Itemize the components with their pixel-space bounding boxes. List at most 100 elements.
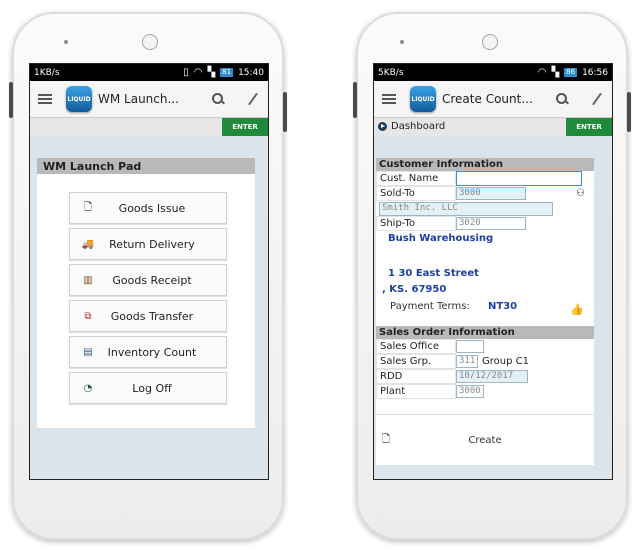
inventory-count-button[interactable]: ▤ Inventory Count bbox=[69, 336, 227, 368]
app-title: WM Launch... bbox=[98, 92, 179, 106]
front-camera bbox=[482, 34, 498, 50]
cust-name-row: Cust. Name bbox=[376, 171, 582, 186]
button-label: Return Delivery bbox=[109, 237, 195, 251]
rdd-label: RDD bbox=[376, 369, 456, 384]
button-label: Log Off bbox=[132, 381, 172, 395]
plant-label: Plant bbox=[376, 384, 456, 399]
goods-issue-button[interactable]: 🗋 Goods Issue bbox=[69, 192, 227, 224]
status-bar: 1KB/s ▯ ◠ ▚ 81 15:40 bbox=[30, 64, 268, 81]
goods-transfer-button[interactable]: ⧉ Goods Transfer bbox=[69, 300, 227, 332]
volume-button bbox=[9, 82, 13, 118]
cust-name-label: Cust. Name bbox=[376, 171, 456, 186]
network-speed: 1KB/s bbox=[34, 67, 60, 78]
sensor-dot bbox=[64, 40, 68, 44]
dashboard-label: Dashboard bbox=[391, 121, 446, 132]
liquid-logo: LIQUID bbox=[66, 86, 92, 112]
search-icon[interactable] bbox=[554, 91, 570, 107]
clipboard-icon: ▤ bbox=[83, 346, 93, 358]
payment-terms-label: Payment Terms: bbox=[390, 301, 470, 312]
button-label: Inventory Count bbox=[107, 345, 197, 359]
sensor-dot bbox=[400, 40, 404, 44]
logoff-icon: ◔ bbox=[83, 382, 93, 394]
document-icon: 🗋 bbox=[83, 201, 93, 213]
payment-terms-value: NT30 bbox=[488, 301, 518, 312]
rdd-row: RDD 10/12/2017 bbox=[376, 369, 528, 384]
menu-icon[interactable] bbox=[38, 94, 52, 104]
right-screen: 5KB/s ◠ ▚ 86 16:56 LIQUID Create Count..… bbox=[373, 63, 613, 480]
create-button[interactable]: 🗋 Create bbox=[376, 414, 594, 465]
clock: 15:40 bbox=[238, 67, 264, 78]
sold-to-name-row: Smith Inc. LLC bbox=[376, 201, 553, 216]
sales-office-label: Sales Office bbox=[376, 339, 456, 354]
left-screen: 1KB/s ▯ ◠ ▚ 81 15:40 LIQUID WM Launch...… bbox=[29, 63, 269, 480]
sales-office-row: Sales Office bbox=[376, 339, 484, 354]
launch-pad-panel: WM Launch Pad 🗋 Goods Issue 🚚 Return Del… bbox=[37, 158, 255, 428]
clock: 16:56 bbox=[582, 67, 608, 78]
binoculars-icon[interactable]: ⚇ bbox=[576, 188, 585, 199]
button-label: Goods Issue bbox=[118, 201, 186, 215]
sales-group-row: Sales Grp. 311 Group C1 bbox=[376, 354, 529, 369]
ship-to-row: Ship-To 3020 bbox=[376, 216, 526, 231]
right-phone: 5KB/s ◠ ▚ 86 16:56 LIQUID Create Count..… bbox=[353, 12, 631, 540]
sales-section-header: Sales Order Information bbox=[376, 326, 594, 339]
thumbs-up-icon[interactable]: 👍 bbox=[570, 303, 584, 316]
button-label: Goods Receipt bbox=[112, 273, 192, 287]
dashboard-icon bbox=[378, 122, 387, 131]
sales-group-field[interactable]: 311 bbox=[456, 355, 478, 368]
dashboard-link[interactable]: Dashboard bbox=[378, 121, 445, 132]
action-bar: ENTER bbox=[30, 118, 268, 136]
network-speed: 5KB/s bbox=[378, 67, 404, 78]
receipt-icon: ▥ bbox=[83, 274, 93, 286]
pen-icon[interactable] bbox=[248, 92, 258, 106]
signal-icon: ▚ bbox=[207, 66, 216, 78]
enter-button[interactable]: ENTER bbox=[566, 118, 612, 136]
sales-group-name: Group C1 bbox=[482, 356, 529, 367]
log-off-button[interactable]: ◔ Log Off bbox=[69, 372, 227, 404]
sales-group-label: Sales Grp. bbox=[376, 354, 456, 369]
document-icon: 🗋 bbox=[382, 433, 391, 445]
enter-button[interactable]: ENTER bbox=[222, 118, 268, 136]
panel-title: WM Launch Pad bbox=[37, 158, 255, 174]
liquid-logo: LIQUID bbox=[410, 86, 436, 112]
battery-icon: 81 bbox=[220, 68, 234, 77]
left-phone: 1KB/s ▯ ◠ ▚ 81 15:40 LIQUID WM Launch...… bbox=[9, 12, 287, 540]
search-icon[interactable] bbox=[210, 91, 226, 107]
signal-icon: ▚ bbox=[551, 66, 560, 78]
volume-button bbox=[353, 82, 357, 118]
power-button bbox=[283, 92, 287, 132]
ship-to-name: Bush Warehousing bbox=[388, 233, 494, 244]
sold-to-label: Sold-To bbox=[376, 186, 456, 201]
rdd-field[interactable]: 10/12/2017 bbox=[456, 370, 528, 383]
wifi-icon: ◠ bbox=[193, 66, 203, 78]
ship-to-field[interactable]: 3020 bbox=[456, 217, 526, 230]
transfer-icon: ⧉ bbox=[84, 310, 92, 322]
ship-to-label: Ship-To bbox=[376, 216, 456, 231]
action-bar: Dashboard ENTER bbox=[374, 118, 612, 136]
create-label: Create bbox=[468, 434, 502, 446]
return-delivery-button[interactable]: 🚚 Return Delivery bbox=[69, 228, 227, 260]
pen-icon[interactable] bbox=[592, 92, 602, 106]
power-button bbox=[627, 92, 631, 132]
sold-to-field[interactable]: 3000 bbox=[456, 187, 526, 200]
front-camera bbox=[142, 34, 158, 50]
menu-icon[interactable] bbox=[382, 94, 396, 104]
app-title: Create Count... bbox=[442, 92, 533, 106]
button-label: Goods Transfer bbox=[110, 309, 194, 323]
sold-to-name-field: Smith Inc. LLC bbox=[379, 201, 553, 216]
address-line-2: , KS. 67950 bbox=[382, 284, 447, 295]
app-bar: LIQUID Create Count... bbox=[374, 81, 612, 118]
plant-field[interactable]: 3000 bbox=[456, 385, 484, 398]
address-line-1: 1 30 East Street bbox=[388, 268, 479, 279]
create-count-panel: Customer Information Cust. Name Sold-To … bbox=[376, 158, 594, 465]
customer-section-header: Customer Information bbox=[376, 158, 594, 171]
wifi-icon: ◠ bbox=[537, 66, 547, 78]
sales-office-field[interactable] bbox=[456, 340, 484, 353]
truck-icon: 🚚 bbox=[81, 238, 95, 250]
goods-receipt-button[interactable]: ▥ Goods Receipt bbox=[69, 264, 227, 296]
plant-row: Plant 3000 bbox=[376, 384, 484, 399]
app-bar: LIQUID WM Launch... bbox=[30, 81, 268, 118]
battery-icon: 86 bbox=[564, 68, 578, 77]
cust-name-input[interactable] bbox=[456, 171, 582, 186]
status-bar: 5KB/s ◠ ▚ 86 16:56 bbox=[374, 64, 612, 81]
sold-to-row: Sold-To 3000 bbox=[376, 186, 526, 201]
